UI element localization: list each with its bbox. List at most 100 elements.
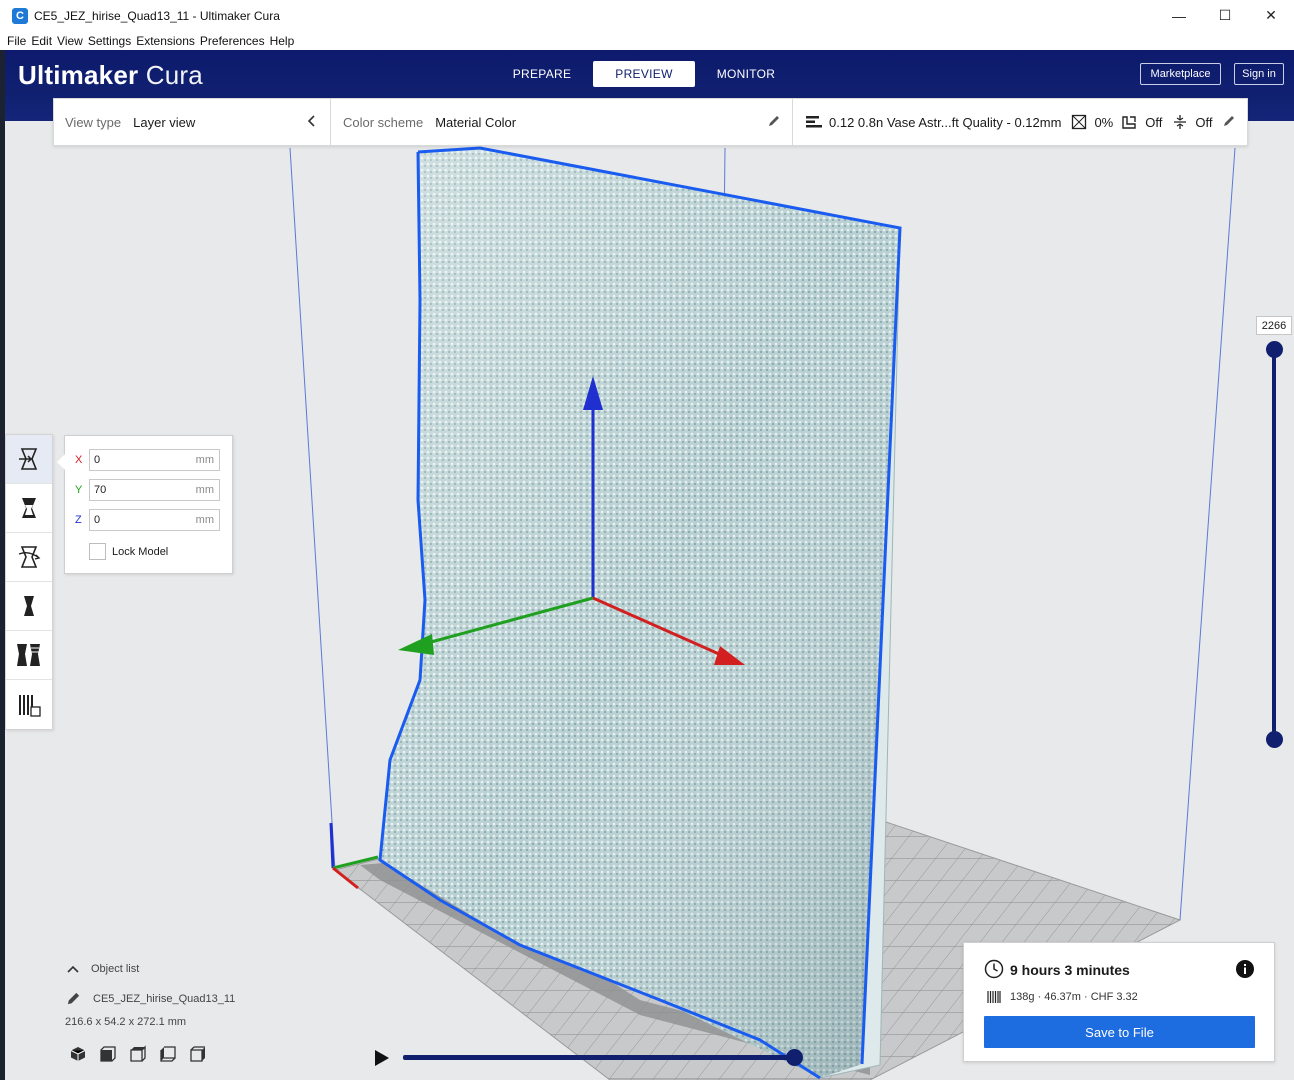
filament-icon [987, 991, 1001, 1003]
move-tool-button[interactable] [6, 435, 52, 484]
menu-settings[interactable]: Settings [88, 34, 131, 48]
infill-icon [1072, 114, 1087, 130]
tab-prepare[interactable]: PREPARE [491, 61, 593, 87]
minimize-button[interactable]: — [1156, 0, 1202, 31]
move-tool-panel: X 0 mm Y 70 mm Z 0 mm Lock Model [57, 435, 233, 574]
layer-slider-top-handle[interactable] [1266, 341, 1283, 358]
z-value: 0 [94, 514, 101, 526]
tab-preview[interactable]: PREVIEW [593, 61, 695, 87]
object-name: CE5_JEZ_hirise_Quad13_11 [93, 992, 236, 1005]
object-dimensions: 216.6 x 54.2 x 272.1 mm [65, 1016, 187, 1028]
cura-app-icon: C [12, 7, 28, 24]
chevron-up-icon [67, 965, 79, 973]
window-title: CE5_JEZ_hirise_Quad13_11 - Ultimaker Cur… [34, 8, 280, 23]
x-value: 0 [94, 454, 101, 466]
per-model-settings-tool-button[interactable] [6, 631, 52, 680]
y-unit: mm [195, 484, 214, 496]
close-button[interactable]: ✕ [1248, 0, 1294, 31]
view-left-button[interactable] [158, 1044, 178, 1064]
z-unit: mm [195, 514, 214, 526]
view-right-button[interactable] [188, 1044, 208, 1064]
print-time: 9 hours 3 minutes [1010, 962, 1130, 978]
clock-icon [984, 959, 1004, 979]
y-label: Y [75, 484, 83, 496]
lock-model-checkbox[interactable] [89, 543, 106, 560]
pencil-icon[interactable] [766, 113, 782, 129]
view-type-selector[interactable]: View type Layer view [54, 99, 331, 145]
object-list-panel: Object list CE5_JEZ_hirise_Quad13_11 216… [64, 960, 344, 1070]
cube-right-icon [190, 1046, 205, 1062]
support-blocker-icon [19, 694, 41, 717]
stage-tabs: PREPARE PREVIEW MONITOR [491, 61, 797, 87]
maximize-button[interactable]: ☐ [1202, 0, 1248, 31]
build-volume-edge [289, 147, 336, 871]
object-list-toggle[interactable]: Object list [66, 963, 139, 975]
pencil-icon [67, 992, 80, 1005]
view-top-button[interactable] [128, 1044, 148, 1064]
cube-left-icon [160, 1046, 176, 1062]
save-to-file-button[interactable]: Save to File [984, 1016, 1255, 1048]
color-scheme-value: Material Color [435, 114, 517, 130]
material-estimate: 138g · 46.37m · CHF 3.32 [1010, 991, 1138, 1003]
object-list-header: Object list [91, 963, 140, 975]
support-blocker-tool-button[interactable] [6, 680, 52, 729]
info-icon[interactable] [1235, 959, 1255, 979]
lock-model-label: Lock Model [112, 545, 169, 558]
object-name-row[interactable]: CE5_JEZ_hirise_Quad13_11 [66, 991, 235, 1006]
y-position-input[interactable]: 70 mm [89, 479, 220, 501]
build-volume-edge [1179, 147, 1236, 921]
color-scheme-selector[interactable]: Color scheme Material Color [331, 99, 793, 145]
pencil-icon[interactable] [1221, 113, 1237, 129]
view-3d-button[interactable] [68, 1044, 88, 1064]
menu-preferences[interactable]: Preferences [200, 34, 265, 48]
brand-name: Ultimaker [18, 60, 139, 90]
rotate-icon [18, 546, 41, 568]
y-value: 70 [94, 484, 107, 496]
window-controls: — ☐ ✕ [1156, 0, 1294, 31]
view-type-label: View type [65, 114, 122, 130]
layer-slider-bottom-handle[interactable] [1266, 731, 1283, 748]
simulation-slider-handle[interactable] [786, 1049, 803, 1066]
menu-edit[interactable]: Edit [31, 34, 52, 48]
layer-max-value[interactable]: 2266 [1256, 316, 1292, 335]
rotate-tool-button[interactable] [6, 533, 52, 582]
menu-file[interactable]: File [7, 34, 26, 48]
x-position-input[interactable]: 0 mm [89, 449, 220, 471]
play-icon[interactable] [374, 1049, 390, 1067]
support-icon [1122, 116, 1136, 129]
adhesion-value: Off [1195, 114, 1213, 130]
mirror-tool-button[interactable] [6, 582, 52, 631]
menu-help[interactable]: Help [270, 34, 295, 48]
scale-icon [22, 498, 36, 518]
layer-view-scene[interactable] [5, 121, 1294, 1080]
simulation-slider-track[interactable] [403, 1055, 795, 1060]
sign-in-button[interactable]: Sign in [1234, 63, 1284, 85]
color-scheme-label: Color scheme [343, 114, 424, 130]
menu-extensions[interactable]: Extensions [136, 34, 195, 48]
cube-3d-icon [70, 1047, 86, 1061]
cube-top-icon [130, 1045, 146, 1062]
chevron-left-icon[interactable] [304, 113, 320, 129]
print-setup-selector[interactable]: 0.12 0.8n Vase Astr...ft Quality - 0.12m… [793, 99, 1247, 145]
scale-tool-button[interactable] [6, 484, 52, 533]
z-row: Z 0 mm [75, 509, 220, 531]
infill-value: 0% [1094, 114, 1114, 130]
3d-viewport[interactable] [5, 121, 1294, 1080]
z-label: Z [75, 514, 82, 526]
x-label: X [75, 454, 83, 466]
menu-view[interactable]: View [57, 34, 83, 48]
view-type-value: Layer view [133, 114, 196, 130]
mirror-icon [24, 596, 34, 616]
window-title-bar: C CE5_JEZ_hirise_Quad13_11 - Ultimaker C… [0, 0, 1294, 31]
z-position-input[interactable]: 0 mm [89, 509, 220, 531]
per-model-settings-icon [17, 644, 40, 666]
profile-name: 0.12 0.8n Vase Astr...ft Quality - 0.12m… [829, 114, 1062, 130]
menu-bar: File Edit View Settings Extensions Prefe… [0, 31, 1294, 50]
view-front-button[interactable] [98, 1044, 118, 1064]
tool-bar [5, 434, 53, 730]
x-unit: mm [195, 454, 214, 466]
brand-logo: Ultimaker Cura [18, 60, 203, 91]
marketplace-button[interactable]: Marketplace [1140, 63, 1221, 85]
tab-monitor[interactable]: MONITOR [695, 61, 797, 87]
layer-slider-track[interactable] [1272, 349, 1276, 739]
